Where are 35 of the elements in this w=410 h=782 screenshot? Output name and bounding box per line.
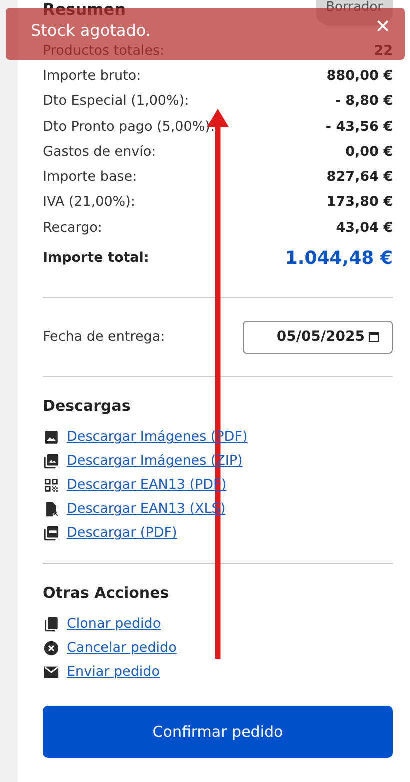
calendar-icon [368,331,380,344]
total-label: Importe total: [43,250,150,266]
link[interactable]: Enviar pedido [67,664,160,680]
toast-message: Stock agotado. [31,20,151,40]
section-title: Descargas [43,397,132,416]
summary-value: 880,00 € [326,68,393,84]
date-field[interactable]: 05/05/2025 [243,320,393,354]
summary-label: IVA (21,00%): [43,194,136,210]
summary-value: 43,04 € [336,220,393,236]
qr-code-icon [43,476,60,494]
summary-value: 827,64 € [326,169,393,186]
link[interactable]: Descargar (PDF) [67,525,178,542]
summary-label: Dto Especial (1,00%): [43,93,190,110]
link[interactable]: Clonar pedido [67,616,162,632]
summary-value: - 8,80 € [335,93,393,110]
summary-label: Gastos de envío: [43,144,156,160]
summary-label: Importe base: [43,169,138,186]
summary-value: 0,00 € [346,144,393,160]
image-icon [43,428,60,446]
summary-label: Dto Pronto pago (5,00%): [43,118,215,135]
summary-label: Importe bruto: [43,68,142,84]
link[interactable]: Cancelar pedido [67,640,177,656]
summary-value: 173,80 € [326,194,393,210]
copy-icon [43,616,60,633]
summary-label: Recargo: [43,220,102,236]
image-stack-icon [43,452,60,470]
summary-value: - 43,56 € [326,118,393,135]
total-value: 1.044,48 € [285,248,393,269]
summary-value: 22 [374,42,393,59]
section-title: Otras Acciones [43,584,170,602]
confirm-button[interactable]: Confirmar pedido [43,706,393,758]
field-label: Fecha de entrega: [43,329,166,346]
cancel-icon [43,640,60,657]
summary-label: Productos totales: [43,42,165,59]
pdf-file-icon [43,524,60,542]
